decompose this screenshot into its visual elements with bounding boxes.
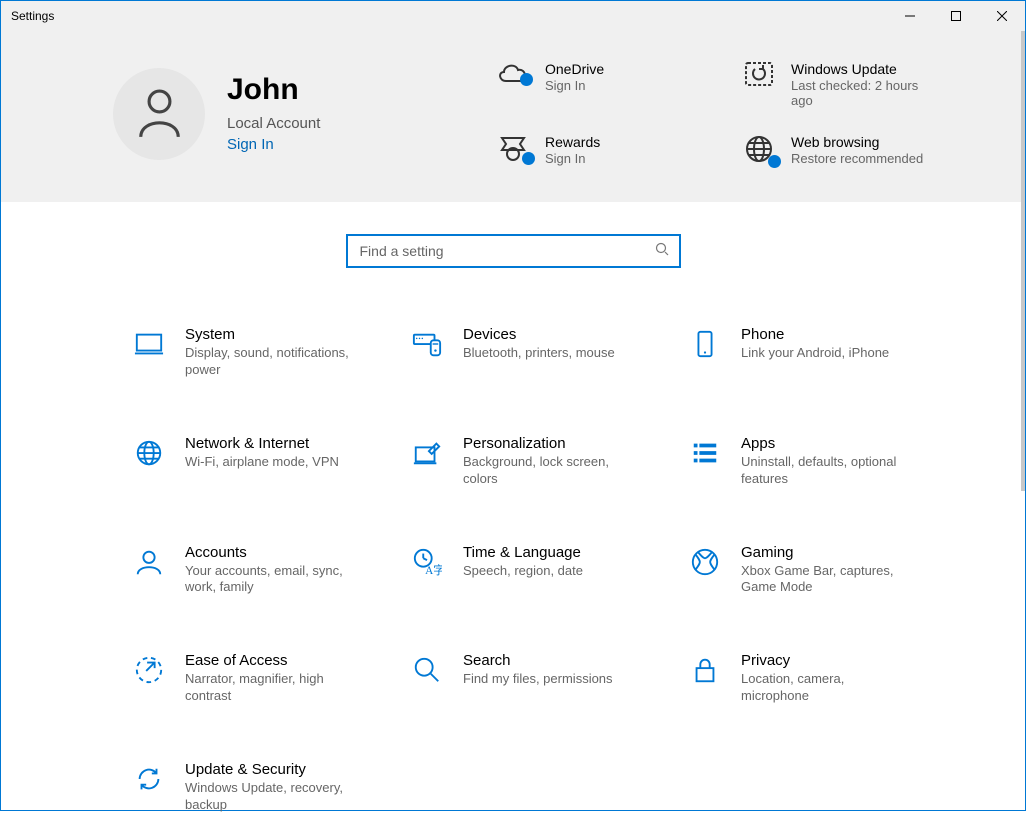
lock-icon <box>687 652 723 688</box>
personalization-icon <box>409 435 445 471</box>
time-language-icon: A字 <box>409 544 445 580</box>
category-network[interactable]: Network & Internet Wi-Fi, airplane mode,… <box>131 435 389 488</box>
category-gaming[interactable]: Gaming Xbox Game Bar, captures, Game Mod… <box>687 544 945 597</box>
phone-icon <box>687 326 723 362</box>
category-phone[interactable]: Phone Link your Android, iPhone <box>687 326 945 379</box>
category-title: Ease of Access <box>185 652 355 669</box>
person-icon <box>137 89 182 139</box>
category-title: Personalization <box>463 435 633 452</box>
status-subtitle: Last checked: 2 hours ago <box>791 78 941 108</box>
search-wrap <box>1 234 1025 268</box>
maximize-button[interactable] <box>933 1 979 31</box>
status-web-browsing[interactable]: Web browsing Restore recommended <box>739 134 965 166</box>
search-box[interactable] <box>346 234 681 268</box>
category-subtitle: Uninstall, defaults, optional features <box>741 454 911 488</box>
svg-text:A字: A字 <box>425 563 442 577</box>
apps-icon <box>687 435 723 471</box>
update-icon <box>739 61 779 87</box>
category-search[interactable]: Search Find my files, permissions <box>409 652 667 705</box>
category-privacy[interactable]: Privacy Location, camera, microphone <box>687 652 945 705</box>
category-title: Privacy <box>741 652 911 669</box>
ease-of-access-icon <box>131 652 167 688</box>
category-title: Gaming <box>741 544 911 561</box>
category-subtitle: Wi-Fi, airplane mode, VPN <box>185 454 339 471</box>
status-subtitle: Sign In <box>545 78 604 93</box>
status-onedrive[interactable]: OneDrive Sign In <box>493 61 719 108</box>
titlebar: Settings <box>1 1 1025 31</box>
category-subtitle: Windows Update, recovery, backup <box>185 780 355 814</box>
category-ease-of-access[interactable]: Ease of Access Narrator, magnifier, high… <box>131 652 389 705</box>
status-title: Web browsing <box>791 134 923 150</box>
status-subtitle: Restore recommended <box>791 151 923 166</box>
category-accounts[interactable]: Accounts Your accounts, email, sync, wor… <box>131 544 389 597</box>
status-title: Rewards <box>545 134 600 150</box>
status-grid: OneDrive Sign In Windows Update Last che… <box>493 61 965 166</box>
category-personalization[interactable]: Personalization Background, lock screen,… <box>409 435 667 488</box>
category-title: Update & Security <box>185 761 355 778</box>
category-title: Network & Internet <box>185 435 339 452</box>
ribbon-icon <box>493 134 533 162</box>
header: John Local Account Sign In OneDrive Sign… <box>1 31 1025 202</box>
user-block[interactable]: John Local Account Sign In <box>113 61 493 166</box>
category-title: Time & Language <box>463 544 583 561</box>
status-subtitle: Sign In <box>545 151 600 166</box>
category-title: Apps <box>741 435 911 452</box>
category-title: Phone <box>741 326 889 343</box>
sync-icon <box>131 761 167 797</box>
globe-icon <box>739 134 779 164</box>
status-rewards[interactable]: Rewards Sign In <box>493 134 719 166</box>
close-button[interactable] <box>979 1 1025 31</box>
category-subtitle: Narrator, magnifier, high contrast <box>185 671 355 705</box>
search-icon <box>655 242 669 261</box>
category-system[interactable]: System Display, sound, notifications, po… <box>131 326 389 379</box>
avatar <box>113 68 205 160</box>
category-subtitle: Link your Android, iPhone <box>741 345 889 362</box>
gaming-icon <box>687 544 723 580</box>
globe-icon <box>131 435 167 471</box>
user-name: John <box>227 75 320 105</box>
category-subtitle: Find my files, permissions <box>463 671 613 688</box>
window-controls <box>887 1 1025 31</box>
sign-in-link[interactable]: Sign In <box>227 136 320 153</box>
category-grid: System Display, sound, notifications, po… <box>131 326 945 814</box>
category-subtitle: Display, sound, notifications, power <box>185 345 355 379</box>
category-update-security[interactable]: Update & Security Windows Update, recove… <box>131 761 389 814</box>
accounts-icon <box>131 544 167 580</box>
status-title: OneDrive <box>545 61 604 77</box>
account-type: Local Account <box>227 115 320 132</box>
category-title: Devices <box>463 326 615 343</box>
search-icon <box>409 652 445 688</box>
search-input[interactable] <box>358 242 655 260</box>
category-subtitle: Speech, region, date <box>463 563 583 580</box>
category-subtitle: Your accounts, email, sync, work, family <box>185 563 355 597</box>
category-title: Search <box>463 652 613 669</box>
devices-icon <box>409 326 445 362</box>
status-title: Windows Update <box>791 61 941 77</box>
status-windows-update[interactable]: Windows Update Last checked: 2 hours ago <box>739 61 965 108</box>
category-title: Accounts <box>185 544 355 561</box>
minimize-button[interactable] <box>887 1 933 31</box>
category-time-language[interactable]: A字 Time & Language Speech, region, date <box>409 544 667 597</box>
scrollbar[interactable] <box>1021 31 1025 491</box>
cloud-icon <box>493 61 533 83</box>
category-subtitle: Xbox Game Bar, captures, Game Mode <box>741 563 911 597</box>
window-title: Settings <box>1 9 54 23</box>
category-devices[interactable]: Devices Bluetooth, printers, mouse <box>409 326 667 379</box>
category-subtitle: Background, lock screen, colors <box>463 454 633 488</box>
category-subtitle: Bluetooth, printers, mouse <box>463 345 615 362</box>
category-apps[interactable]: Apps Uninstall, defaults, optional featu… <box>687 435 945 488</box>
category-title: System <box>185 326 355 343</box>
system-icon <box>131 326 167 362</box>
category-subtitle: Location, camera, microphone <box>741 671 911 705</box>
